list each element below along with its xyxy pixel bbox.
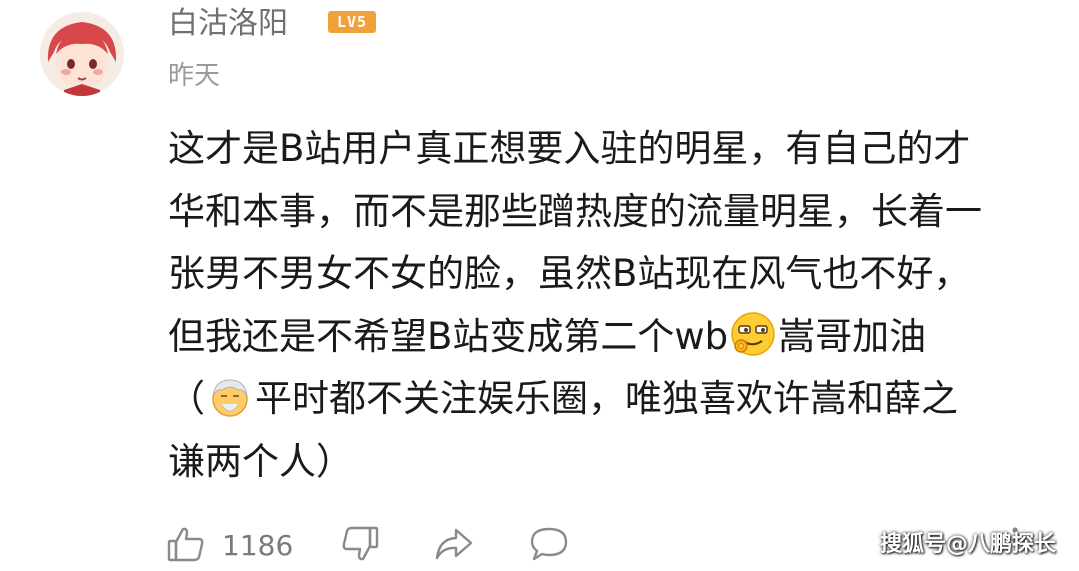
avatar[interactable] [40,12,124,96]
comment-line: 华和本事，而不是那些蹭热度的流量明星，长着一 [168,189,982,233]
comment-line: 这才是B站用户真正想要入驻的明星，有自己的才 [168,127,971,170]
comment-line: 但我还是不希望B站变成第二个wb 嵩哥加油 [168,306,1048,369]
comment-line: （ 平时都不关注娱乐圈，唯独喜欢许嵩和薛之 [168,368,1048,431]
watermark: 搜狐号@八鹏探长 [880,532,1057,557]
action-bar: 1186 搜狐号@八鹏探长 [0,520,1079,570]
comment-line-segment: 但我还是不希望B站变成第二个wb [168,314,729,358]
comment-icon[interactable] [529,524,569,564]
share-icon[interactable] [434,524,474,564]
comment-line-segment: 平时都不关注娱乐圈，唯独喜欢许嵩和薛之 [255,377,958,420]
comment-line: 张男不男女不女的脸，虽然B站现在风气也不好， [168,252,971,295]
thumbs-down-icon[interactable] [340,524,380,564]
level-badge: LV5 [328,11,376,33]
comment-line-segment: 嵩哥加油 [778,314,927,358]
like-count: 1186 [222,529,294,562]
comment-text: 这才是B站用户真正想要入驻的明星，有自己的才 华和本事，而不是那些蹭热度的流量明… [168,118,1048,493]
smirk-ok-emoji [730,311,776,357]
comment-timestamp: 昨天 [168,61,221,91]
old-man-emoji [207,374,253,420]
username[interactable]: 白沽洛阳 [168,4,288,44]
comment-line: 谦两个人） [168,439,353,483]
avatar-image [40,12,124,96]
thumbs-up-icon[interactable] [166,524,206,564]
comment-line-segment: （ [168,377,205,420]
